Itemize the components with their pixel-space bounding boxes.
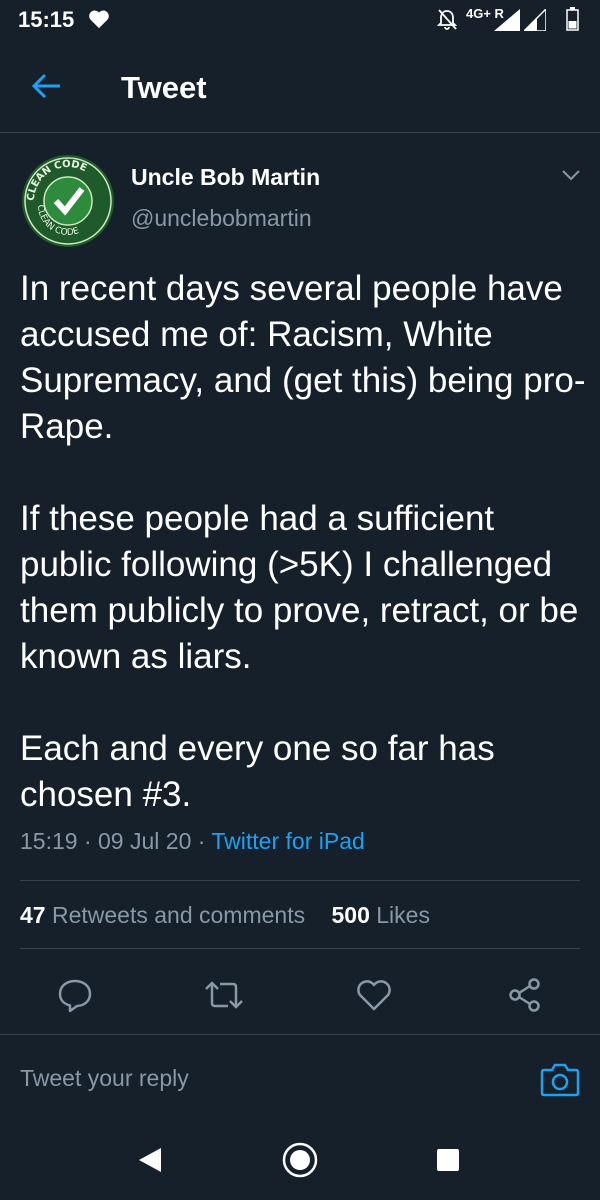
like-icon[interactable] (354, 975, 394, 1015)
tweet-source-link[interactable]: Twitter for iPad (211, 828, 364, 854)
tweet-text: In recent days several people have accus… (20, 266, 590, 818)
top-app-bar: Tweet (0, 40, 600, 133)
tweet-date: 09 Jul 20 (98, 828, 192, 854)
system-nav-bar (0, 1128, 600, 1200)
retweets-label: Retweets and comments (51, 902, 306, 928)
likes-count: 500 (331, 902, 370, 928)
chevron-down-icon[interactable] (560, 168, 582, 187)
retweets-stat[interactable]: 47 Retweets and comments (20, 902, 305, 928)
likes-stat[interactable]: 500 Likes (332, 902, 430, 928)
back-triangle-icon[interactable] (137, 1146, 163, 1179)
status-bar: 15:15 4G+ R (0, 0, 600, 40)
signal-icon (494, 9, 520, 37)
avatar[interactable]: CLEAN CODE CLEAN CODE (20, 153, 116, 249)
author-name[interactable]: Uncle Bob Martin (131, 164, 320, 191)
meta-separator: · (83, 828, 99, 854)
reply-input[interactable]: Tweet your reply (20, 1065, 189, 1092)
tweet-stats: 47 Retweets and comments 500 Likes (20, 902, 430, 929)
battery-icon (566, 7, 579, 37)
tweet-time: 15:19 (20, 828, 78, 854)
recents-square-icon[interactable] (436, 1148, 460, 1177)
divider (20, 948, 580, 949)
tweet-paragraph: In recent days several people have accus… (20, 269, 586, 446)
arrow-left-icon[interactable] (30, 72, 62, 105)
status-time: 15:15 (18, 7, 75, 32)
tweet-meta: 15:19 · 09 Jul 20 · Twitter for iPad (20, 828, 365, 855)
divider (20, 880, 580, 881)
heart-icon (88, 9, 110, 35)
meta-separator: · (197, 828, 212, 854)
likes-label: Likes (376, 902, 430, 928)
tweet-paragraph: If these people had a sufficient public … (20, 499, 579, 676)
retweet-icon[interactable] (202, 975, 243, 1015)
share-icon[interactable] (505, 975, 545, 1015)
tweet-paragraph: Each and every one so far has chosen #3. (20, 729, 495, 814)
retweets-count: 47 (20, 902, 46, 928)
bell-off-icon (436, 8, 458, 38)
signal-icon (522, 7, 547, 37)
home-circle-icon[interactable] (282, 1142, 318, 1183)
page-title: Tweet (121, 70, 207, 105)
camera-icon[interactable] (540, 1060, 580, 1103)
author-handle[interactable]: @unclebobmartin (131, 205, 312, 232)
reply-bar: Tweet your reply (0, 1034, 600, 1129)
reply-icon[interactable] (55, 975, 95, 1015)
